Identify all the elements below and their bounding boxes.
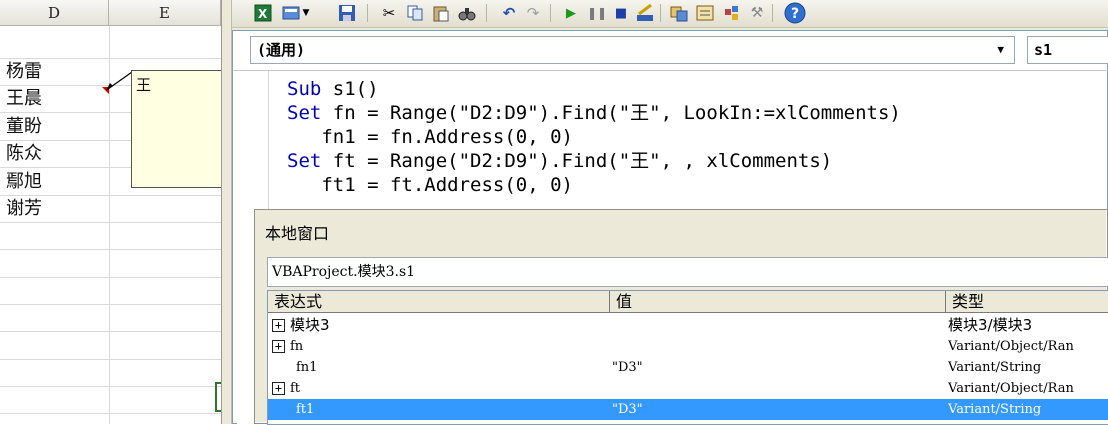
column-header-d[interactable]: D [0, 0, 109, 26]
column-header-value[interactable]: 值 [610, 291, 946, 313]
procedure-combo[interactable]: s1 [1027, 36, 1108, 64]
comment-text: 王 [136, 76, 152, 94]
code-line[interactable]: Set fn = Range("D2:D9").Find("王", LookIn… [287, 101, 901, 125]
project-explorer-icon[interactable] [668, 2, 690, 24]
cell-selection-border [215, 382, 221, 412]
cell-d[interactable]: 谢芳 [6, 197, 42, 221]
cell-comment[interactable]: 王 [131, 70, 221, 188]
row-type: Variant/Object/Ran [948, 339, 1074, 354]
save-icon[interactable] [336, 2, 358, 24]
locals-context[interactable]: VBAProject.模块3.s1 [267, 257, 1108, 287]
column-header-e[interactable]: E [109, 0, 221, 26]
code-text: fn1 = fn.Address(0, 0) [287, 126, 573, 148]
grid-line [0, 277, 221, 278]
svg-text:X: X [258, 7, 268, 21]
toolbox-icon[interactable]: ⚒ [746, 2, 768, 24]
row-value: "D3" [612, 360, 643, 375]
undo-icon[interactable]: ↶ [498, 2, 520, 24]
find-icon[interactable] [456, 2, 478, 24]
row-type: Variant/String [948, 360, 1042, 375]
toolbar-separator [660, 4, 661, 22]
grid-line [0, 413, 221, 414]
table-row[interactable]: fn1 "D3" Variant/String [268, 357, 1108, 378]
code-text: ft1 = ft.Address(0, 0) [287, 174, 573, 196]
excel-icon[interactable]: X [252, 2, 274, 24]
code-line[interactable]: ft1 = ft.Address(0, 0) [287, 173, 573, 197]
cell-d[interactable]: 王晨 [6, 87, 42, 111]
code-text: fn = Range("D2:D9").Find("王", LookIn:=xl… [321, 102, 901, 124]
chevron-down-icon[interactable]: ▼ [997, 37, 1004, 63]
dropdown-arrow-icon[interactable]: ▼ [300, 2, 312, 24]
row-expression: ft1 [296, 402, 315, 417]
row-type: 模块3/模块3 [948, 316, 1033, 334]
excel-sheet: D E 杨雷 王晨 董盼 陈众 鄢旭 谢芳 王 [0, 0, 222, 424]
toolbar-separator [367, 4, 368, 22]
cell-d[interactable]: 鄢旭 [6, 170, 42, 194]
grid-line [0, 304, 221, 305]
code-text: s1() [321, 78, 379, 100]
expand-icon[interactable]: + [272, 382, 285, 395]
table-row[interactable]: + fn Variant/Object/Ran [268, 336, 1108, 357]
code-text: ft = Range("D2:D9").Find("王", , xlCommen… [321, 150, 833, 172]
toolbar-separator [550, 4, 551, 22]
table-row[interactable]: + 模块3 模块3/模块3 [268, 315, 1108, 336]
toolbar-separator [772, 4, 773, 22]
run-icon[interactable]: ▶ [560, 2, 582, 24]
reset-icon[interactable]: ■ [610, 2, 632, 24]
comment-arrow-icon [106, 71, 133, 91]
code-keyword: Set [287, 150, 322, 172]
grid-line [0, 386, 221, 387]
row-type: Variant/String [948, 402, 1042, 417]
design-mode-icon[interactable] [634, 2, 656, 24]
locals-grid: 表达式 值 类型 + 模块3 模块3/模块3 + fn Variant/Obje… [267, 290, 1108, 425]
code-line[interactable]: Sub s1() [287, 77, 379, 101]
paste-icon[interactable] [430, 2, 452, 24]
cell-d[interactable]: 陈众 [6, 142, 42, 166]
cut-icon[interactable]: ✂ [378, 2, 400, 24]
toolbar: X ▼ ✂ ↶ ↷ ▶ ❚❚ ■ ⚒ ? [232, 0, 1108, 28]
object-combo-value: (通用) [257, 41, 306, 59]
locals-window-title: 本地窗口 [265, 224, 330, 243]
code-line[interactable]: fn1 = fn.Address(0, 0) [287, 125, 573, 149]
expand-icon[interactable]: + [272, 319, 285, 332]
row-expression: ft [290, 381, 301, 396]
window-divider[interactable] [222, 0, 232, 424]
toolbar-separator [486, 4, 487, 22]
grid-line [0, 359, 221, 360]
cell-d[interactable]: 杨雷 [6, 60, 42, 84]
help-icon[interactable]: ? [784, 2, 806, 24]
row-value: "D3" [612, 402, 643, 417]
locals-window: 本地窗口 VBAProject.模块3.s1 表达式 值 类型 + 模块3 模块… [254, 209, 1108, 425]
code-line[interactable]: Set ft = Range("D2:D9").Find("王", , xlCo… [287, 149, 832, 173]
copy-icon[interactable] [404, 2, 426, 24]
grid-line [0, 249, 221, 250]
column-header-type[interactable]: 类型 [946, 291, 1108, 313]
row-type: Variant/Object/Ran [948, 381, 1074, 396]
grid-line [0, 222, 221, 223]
grid-line [0, 195, 221, 196]
properties-icon[interactable] [694, 2, 716, 24]
grid-line [0, 331, 221, 332]
expand-icon[interactable]: + [272, 340, 285, 353]
table-row[interactable]: + ft Variant/Object/Ran [268, 378, 1108, 399]
code-keyword: Set [287, 102, 322, 124]
break-icon[interactable]: ❚❚ [586, 2, 608, 24]
table-row-selected[interactable]: ft1 "D3" Variant/String [268, 399, 1108, 420]
code-keyword: Sub [287, 78, 322, 100]
procedure-combo-value: s1 [1034, 41, 1053, 59]
svg-text:?: ? [791, 6, 799, 22]
grid-line [0, 58, 221, 59]
object-browser-icon[interactable] [720, 2, 742, 24]
cell-d[interactable]: 董盼 [6, 115, 42, 139]
row-expression: fn1 [296, 360, 318, 375]
column-header-expression[interactable]: 表达式 [268, 291, 610, 313]
object-combo[interactable]: (通用) ▼ [250, 36, 1015, 64]
row-expression: fn [290, 339, 304, 354]
redo-icon[interactable]: ↷ [522, 2, 544, 24]
row-expression: 模块3 [290, 316, 330, 334]
insert-module-icon[interactable] [280, 2, 302, 24]
